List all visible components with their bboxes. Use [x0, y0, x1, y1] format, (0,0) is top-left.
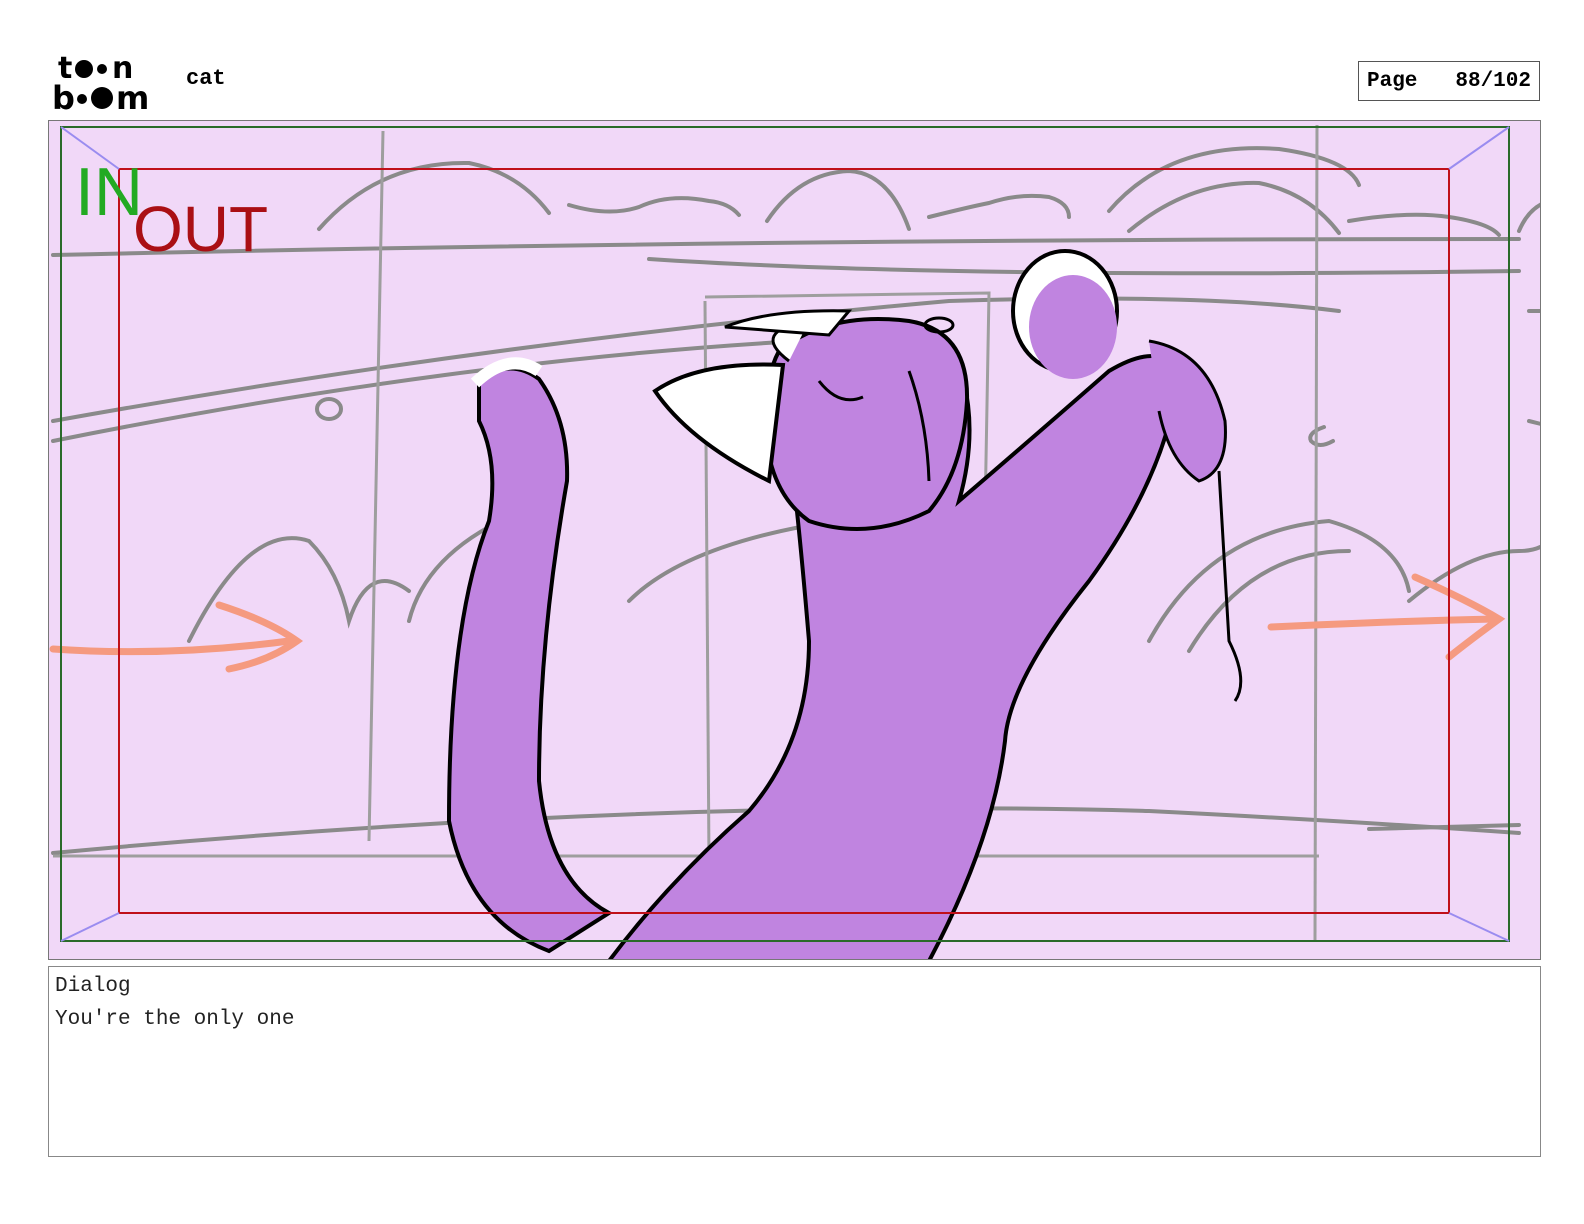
page-label: Page: [1367, 69, 1418, 93]
motion-arrows: [49, 573, 1506, 673]
page-number: 88/102: [1455, 69, 1531, 93]
project-name: cat: [186, 66, 226, 91]
cat-tail: [446, 366, 613, 954]
storyboard-panel: IN OUT: [48, 120, 1541, 960]
out-marker: OUT: [133, 193, 268, 265]
dialog-text: You're the only one: [55, 1008, 295, 1031]
panel-artwork: IN OUT: [49, 124, 1540, 959]
dialog-label: Dialog: [55, 975, 131, 998]
cat-head: [762, 317, 970, 531]
cat-ear: [652, 362, 786, 485]
toon-boom-logo: t n b m: [52, 52, 149, 112]
svg-text:m: m: [116, 79, 149, 112]
dialog-box: Dialog You're the only one: [48, 966, 1541, 1157]
svg-text:b: b: [52, 79, 75, 112]
page-indicator: Page 88/102: [1358, 61, 1540, 101]
